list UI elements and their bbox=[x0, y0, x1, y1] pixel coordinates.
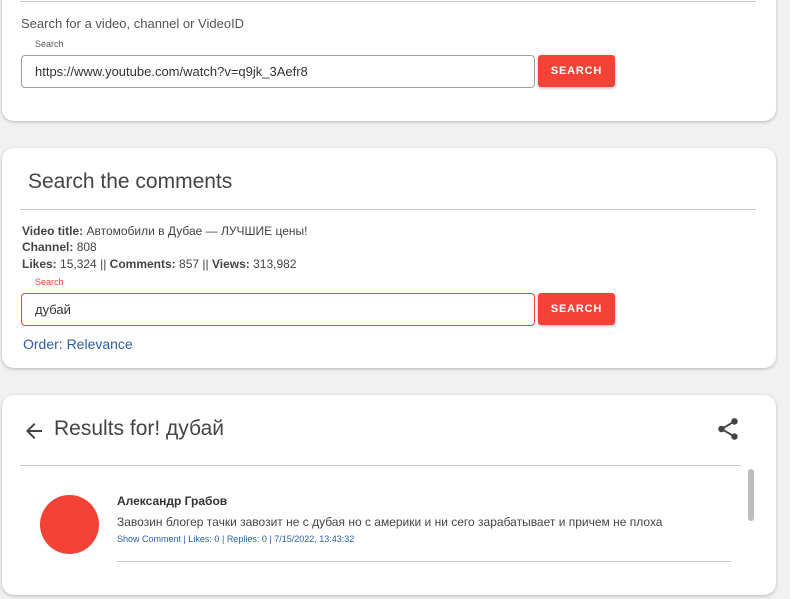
comment-text: Завозин блогер тачки завозит не с дубая … bbox=[117, 515, 663, 529]
show-comment-link[interactable]: Show Comment bbox=[117, 534, 181, 544]
divider bbox=[20, 465, 741, 466]
views-label: Views: bbox=[211, 257, 250, 271]
meta-separator: | bbox=[269, 534, 272, 544]
comment-search-title: Search the comments bbox=[28, 170, 233, 193]
scrollbar[interactable] bbox=[748, 469, 756, 599]
channel-line: Channel: 808 bbox=[22, 239, 97, 256]
comment-date: 7/15/2022, 13:43:32 bbox=[274, 534, 355, 544]
divider bbox=[20, 1, 756, 2]
search-prompt: Search for a video, channel or VideoID bbox=[21, 16, 245, 31]
channel-label: Channel: bbox=[22, 240, 74, 254]
order-relevance-link[interactable]: Order: Relevance bbox=[23, 336, 133, 352]
comment-search-input[interactable] bbox=[21, 293, 535, 326]
meta-separator: | bbox=[183, 534, 186, 544]
comment-search-label: Search bbox=[31, 277, 68, 287]
views-value: 313,982 bbox=[253, 257, 297, 271]
comment-meta: Show Comment | Likes: 0 | Replies: 0 | 7… bbox=[117, 534, 354, 544]
video-search-card: Search for a video, channel or VideoID S… bbox=[2, 0, 776, 121]
video-search-input[interactable] bbox=[21, 55, 535, 88]
likes-value: 15,324 bbox=[60, 257, 97, 271]
comment-author: Александр Грабов bbox=[117, 494, 228, 508]
comment-search-button[interactable]: SEARCH bbox=[538, 293, 615, 325]
stats-separator: || bbox=[202, 257, 209, 271]
video-search-label: Search bbox=[31, 39, 68, 49]
video-search-button[interactable]: SEARCH bbox=[538, 55, 615, 87]
results-card: Results for! дубай Александр Грабов Заво… bbox=[2, 395, 776, 595]
video-title-value: Автомобили в Дубае — ЛУЧШИЕ цены! bbox=[86, 224, 308, 238]
scrollbar-thumb[interactable] bbox=[748, 469, 754, 521]
video-title-label: Video title: bbox=[22, 224, 84, 238]
comment-divider bbox=[117, 561, 731, 562]
comment-replies: Replies: 0 bbox=[226, 534, 267, 544]
results-title: Results for! дубай bbox=[54, 417, 224, 440]
avatar bbox=[40, 495, 99, 554]
comments-label: Comments: bbox=[109, 257, 176, 271]
comment-search-card: Search the comments Video title: Автомоб… bbox=[2, 148, 776, 368]
channel-value: 808 bbox=[76, 240, 97, 254]
arrow-left-icon[interactable] bbox=[22, 419, 46, 443]
video-title-line: Video title: Автомобили в Дубае — ЛУЧШИЕ… bbox=[22, 223, 307, 240]
stats-separator: || bbox=[100, 257, 107, 271]
comments-value: 857 bbox=[179, 257, 200, 271]
comment-likes: Likes: 0 bbox=[188, 534, 220, 544]
stats-line: Likes: 15,324 || Comments: 857 || Views:… bbox=[22, 256, 297, 273]
meta-separator: | bbox=[221, 534, 225, 544]
share-icon[interactable] bbox=[715, 416, 741, 442]
likes-label: Likes: bbox=[22, 257, 57, 271]
divider bbox=[20, 209, 756, 210]
